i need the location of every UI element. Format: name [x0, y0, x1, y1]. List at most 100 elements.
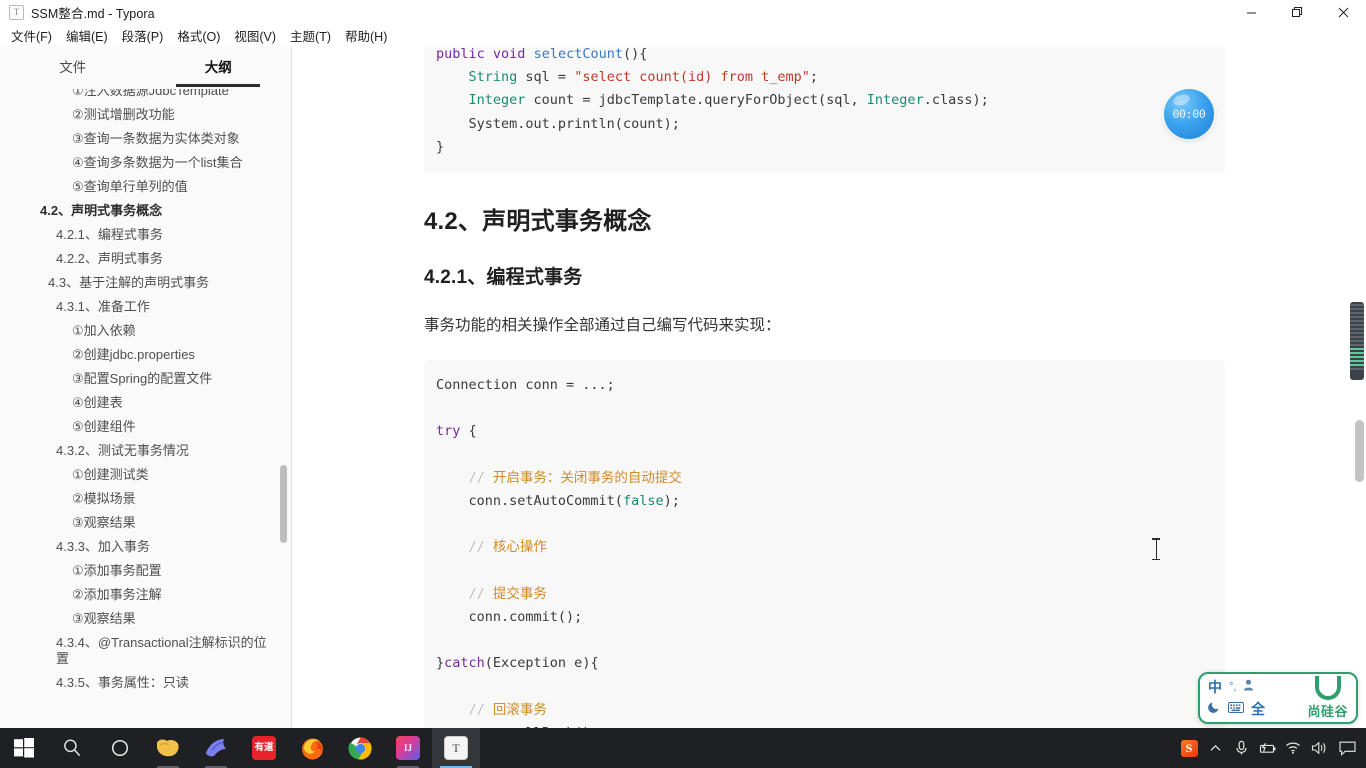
menu-file[interactable]: 文件(F) [4, 24, 59, 47]
ime-brand-area: 尚硅谷 [1307, 676, 1348, 720]
sogou-ime-floating-bar[interactable]: 中 °, 全 尚硅谷 [1198, 672, 1358, 724]
outline-item[interactable]: ①创建测试类 [0, 463, 292, 487]
outline-item[interactable]: ③观察结果 [0, 511, 292, 535]
outline-item[interactable]: ①加入依赖 [0, 319, 292, 343]
outline-item[interactable]: ①注入数据源JdbcTemplate [0, 89, 292, 103]
tray-sogou-ime[interactable]: S [1176, 728, 1202, 768]
outline-item[interactable]: 4.3.3、加入事务 [0, 535, 292, 559]
outline-item[interactable]: 4.3.5、事务属性：只读 [0, 671, 292, 692]
ime-width-toggle[interactable]: 全 [1251, 699, 1265, 719]
level-bar [1350, 340, 1364, 342]
sidebar-tabs: 文件 大纲 [0, 47, 291, 87]
outline-item[interactable]: ⑤查询单行单列的值 [0, 175, 292, 199]
outline-item[interactable]: ①添加事务配置 [0, 559, 292, 583]
chevron-up-icon [1210, 744, 1220, 751]
outline-item[interactable]: ②添加事务注解 [0, 583, 292, 607]
outline-list[interactable]: ①注入数据源JdbcTemplate ②测试增删改功能 ③查询一条数据为实体类对象 ④… [0, 89, 292, 692]
menu-edit[interactable]: 编辑(E) [59, 24, 115, 47]
ime-mode-toggle[interactable]: 中 [1208, 677, 1222, 697]
taskbar-cortana-button[interactable] [96, 728, 144, 768]
circle-icon [111, 739, 129, 757]
tray-network[interactable] [1280, 728, 1306, 768]
outline-item[interactable]: ③配置Spring的配置文件 [0, 367, 292, 391]
outline-item[interactable]: 4.2、声明式事务概念 [0, 199, 292, 223]
code-line: } [436, 138, 445, 155]
outline-item[interactable]: 4.2.1、编程式事务 [0, 223, 292, 247]
document-content[interactable]: public void selectCount(){ String sql = … [424, 47, 1226, 728]
folder-icon [157, 739, 179, 757]
taskbar-search-button[interactable] [48, 728, 96, 768]
taskbar-app-intellij[interactable]: IJ [384, 728, 432, 768]
typora-app-icon: T [9, 4, 24, 20]
code-line: Integer count = jdbcTemplate.queryForObj… [468, 92, 989, 109]
outline-item[interactable]: 4.3.4、@Transactional注解标识的位置 [0, 631, 292, 671]
level-bar [1350, 364, 1364, 366]
taskbar-app-explorer[interactable] [144, 728, 192, 768]
ime-brand-label: 尚硅谷 [1307, 704, 1348, 719]
tab-outline[interactable]: 大纲 [146, 51, 292, 87]
ime-controls: 中 °, 全 [1208, 677, 1265, 720]
code-line: // 开启事务：关闭事务的自动提交 [468, 469, 682, 486]
heading-4-2-1: 4.2.1、编程式事务 [424, 267, 583, 289]
tray-volume[interactable] [1306, 728, 1332, 768]
code-line: String sql = "select count(id) from t_em… [468, 69, 819, 86]
minimize-button[interactable] [1228, 0, 1274, 24]
code-line: Connection conn = ...; [436, 377, 615, 394]
screen-recorder-timer-badge[interactable]: 00:00 [1164, 89, 1214, 139]
tray-action-center[interactable] [1332, 728, 1362, 768]
outline-item[interactable]: ⑤创建组件 [0, 415, 292, 439]
u-logo-icon [1314, 676, 1341, 700]
outline-item[interactable]: 4.3.1、准备工作 [0, 295, 292, 319]
level-bar [1350, 336, 1364, 338]
taskbar-start-button[interactable] [0, 728, 48, 768]
menu-theme[interactable]: 主题(T) [283, 24, 338, 47]
keyboard-icon[interactable] [1228, 700, 1244, 718]
tray-microphone[interactable] [1228, 728, 1254, 768]
level-bar [1350, 344, 1364, 346]
taskbar-app-typora[interactable]: T [432, 728, 480, 768]
outline-item[interactable]: ②测试增删改功能 [0, 103, 292, 127]
windows-taskbar: 有道 IJ T S [0, 728, 1366, 768]
moon-icon[interactable] [1208, 700, 1221, 718]
sidebar-scrollbar-track[interactable] [280, 89, 287, 692]
outline-item[interactable]: ③观察结果 [0, 607, 292, 631]
outline-item[interactable]: 4.3、基于注解的声明式事务 [0, 271, 292, 295]
window-controls [1228, 0, 1366, 24]
outline-item[interactable]: ③查询一条数据为实体类对象 [0, 127, 292, 151]
outline-item[interactable]: ②模拟场景 [0, 487, 292, 511]
menu-format[interactable]: 格式(O) [170, 24, 227, 47]
sidebar-scrollbar-thumb[interactable] [280, 465, 287, 543]
editor-scrollbar-thumb[interactable] [1355, 420, 1364, 482]
taskbar-app-chrome[interactable] [336, 728, 384, 768]
outline-item[interactable]: ④查询多条数据为一个list集合 [0, 151, 292, 175]
recording-time: 00:00 [1172, 107, 1206, 121]
code-block-select-count[interactable]: public void selectCount(){ String sql = … [424, 47, 1225, 174]
ime-punctuation-toggle[interactable]: °, [1229, 681, 1236, 693]
code-line: conn.commit(); [436, 609, 583, 626]
sidebar: 文件 大纲 ①注入数据源JdbcTemplate ②测试增删改功能 ③查询一条数据为… [0, 47, 292, 728]
taskbar-app-youdao[interactable]: 有道 [240, 728, 288, 768]
system-tray: S [1176, 728, 1366, 768]
person-icon[interactable] [1243, 678, 1254, 696]
menu-bar: 文件(F) 编辑(E) 段落(P) 格式(O) 视图(V) 主题(T) 帮助(H… [0, 24, 1366, 47]
outline-item[interactable]: ②创建jdbc.properties [0, 343, 292, 367]
tray-show-hidden-icons[interactable] [1202, 728, 1228, 768]
code-block-programmatic-transaction[interactable]: Connection conn = ...; try { // 开启事务：关闭事… [424, 360, 1225, 728]
tab-files[interactable]: 文件 [0, 51, 146, 87]
menu-help[interactable]: 帮助(H) [338, 24, 394, 47]
maximize-restore-button[interactable] [1274, 0, 1320, 24]
tray-battery[interactable] [1254, 728, 1280, 768]
intellij-idea-icon: IJ [396, 736, 420, 760]
close-button[interactable] [1320, 0, 1366, 24]
outline-item[interactable]: 4.2.2、声明式事务 [0, 247, 292, 271]
taskbar-app-firefox[interactable] [288, 728, 336, 768]
editor-pane[interactable]: public void selectCount(){ String sql = … [293, 47, 1366, 728]
outline-item[interactable]: ④创建表 [0, 391, 292, 415]
taskbar-app-navicat[interactable] [192, 728, 240, 768]
outline-item[interactable]: 4.3.2、测试无事务情况 [0, 439, 292, 463]
menu-view[interactable]: 视图(V) [227, 24, 283, 47]
menu-paragraph[interactable]: 段落(P) [115, 24, 171, 47]
level-bar [1350, 304, 1364, 306]
